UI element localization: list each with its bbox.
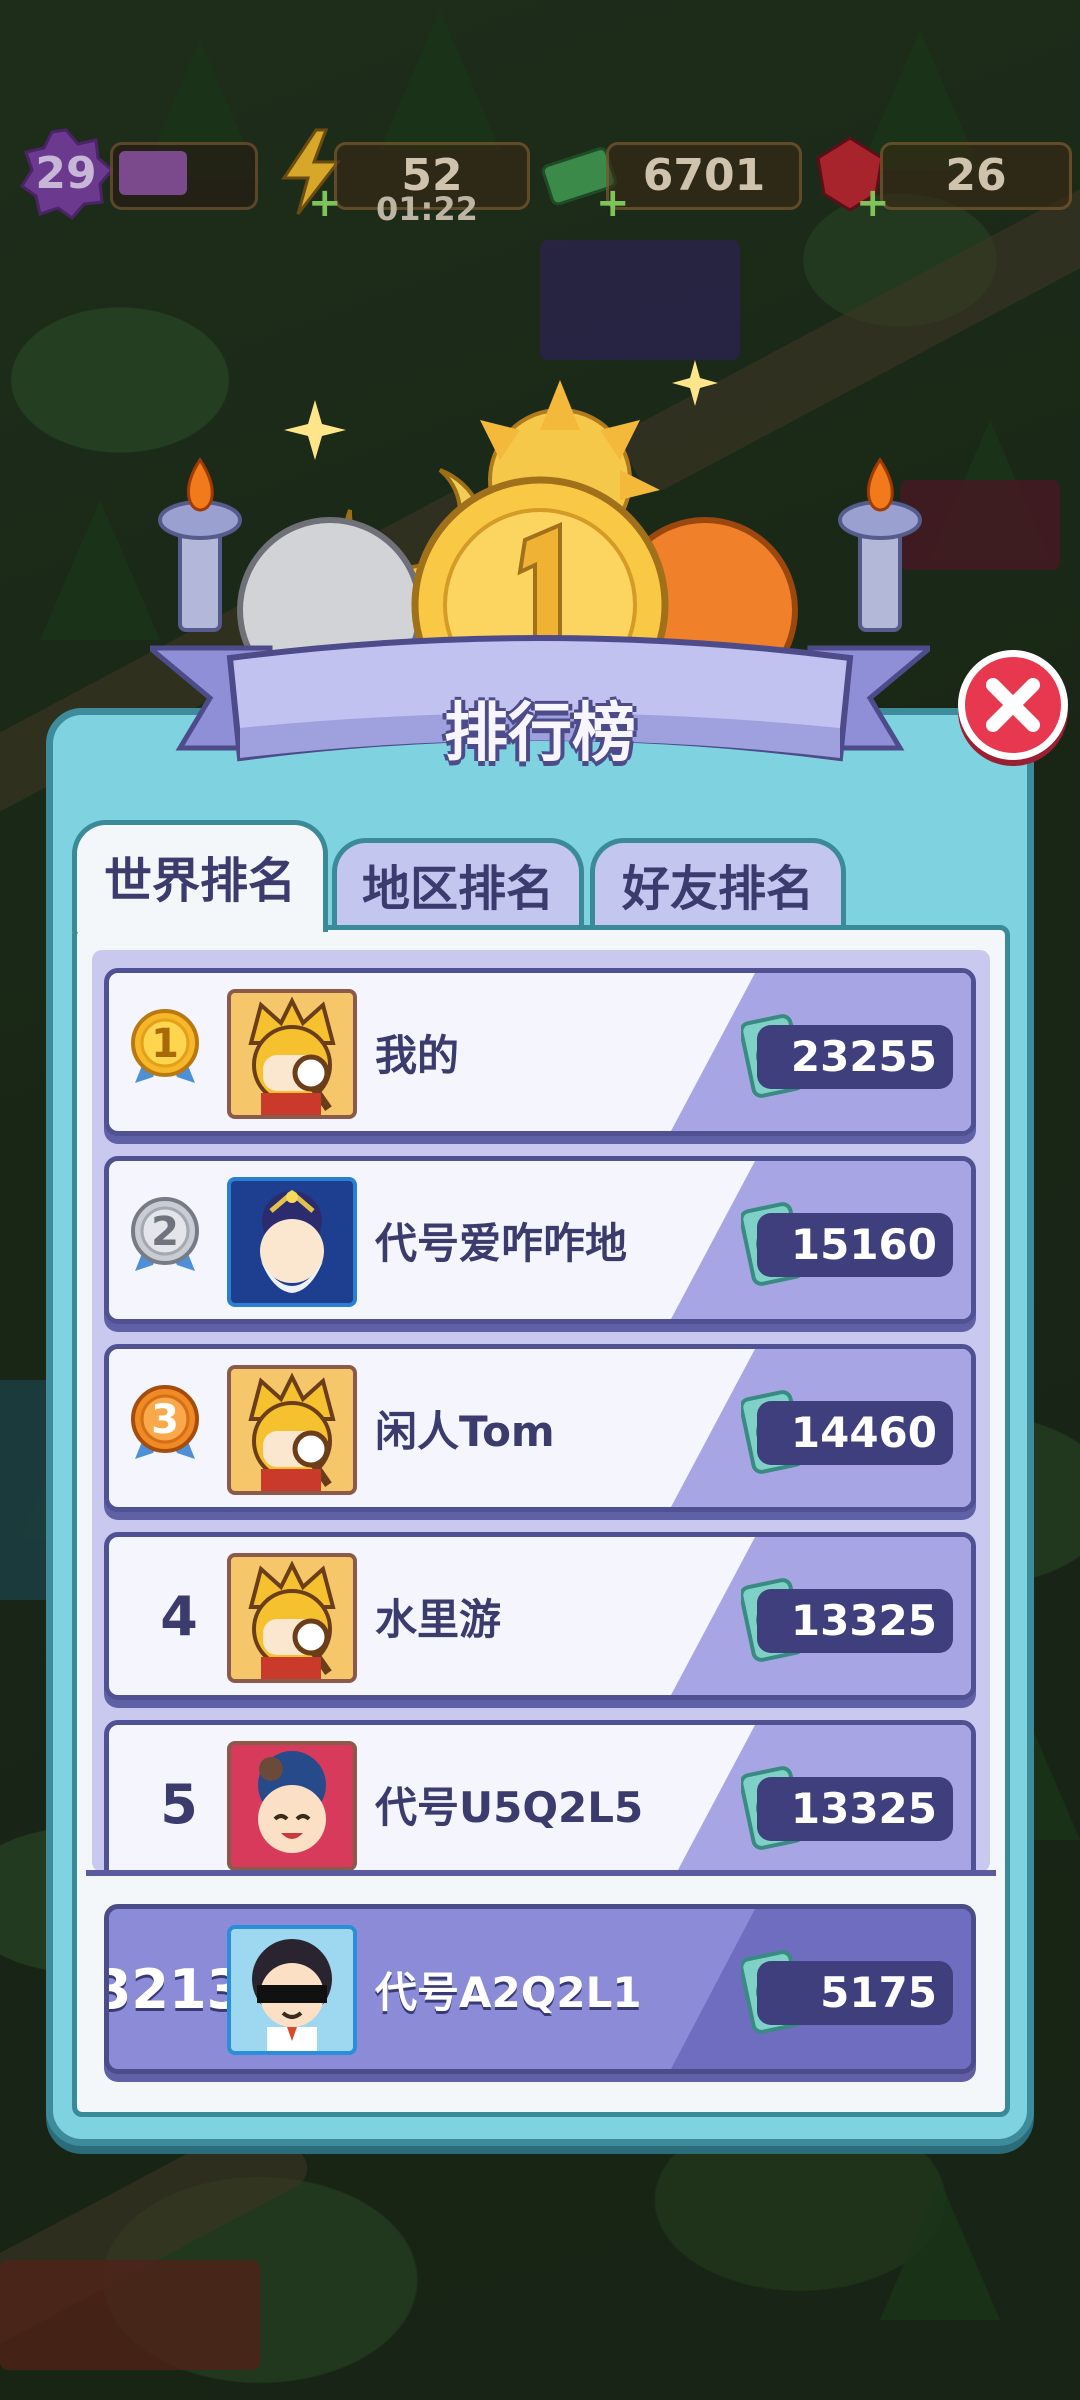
avatar	[227, 1553, 357, 1683]
player-score: 23255	[757, 1025, 953, 1089]
cash-pill: 6701	[606, 142, 802, 210]
ranking-row[interactable]: 5 代号U5Q2L5 13325	[104, 1720, 976, 1870]
ranking-row[interactable]: 3 闲人Tom 14460	[104, 1344, 976, 1512]
avatar	[227, 1741, 357, 1870]
rank-number: 2	[151, 1209, 179, 1255]
energy-timer: 01:22	[376, 190, 478, 228]
sparkle-icon	[284, 400, 346, 460]
rank-number: 5	[160, 1772, 198, 1836]
avatar	[227, 989, 357, 1119]
gem-pill: 26	[880, 142, 1072, 210]
my-avatar	[227, 1925, 357, 2055]
list-clip: 5 代号U5Q2L5 13325	[92, 1700, 990, 1870]
avatar-girl-icon	[258, 1751, 326, 1853]
xp-bar	[110, 142, 258, 210]
page-title: 排行榜	[444, 697, 636, 771]
cash-add-button[interactable]: +	[596, 183, 630, 223]
my-player-score: 5175	[757, 1961, 953, 2025]
tab-region-ranking[interactable]: 地区排名	[332, 838, 584, 930]
avatar	[227, 1177, 357, 1307]
avatar	[227, 1365, 357, 1495]
ranking-row[interactable]: 4 水里游 13325	[104, 1532, 976, 1700]
rank-number: 4	[160, 1584, 198, 1648]
tab-friend-ranking[interactable]: 好友排名	[590, 838, 846, 930]
energy-add-button[interactable]: +	[308, 183, 342, 223]
candle-icon	[158, 457, 242, 632]
avatar-wizard-icon	[260, 1189, 324, 1293]
rank-number: 3	[151, 1397, 179, 1443]
player-score: 13325	[757, 1589, 953, 1653]
my-player-name: 代号A2Q2L1	[375, 1967, 642, 2017]
candle-icon	[838, 457, 922, 632]
avatar-detective-icon	[248, 1372, 336, 1491]
player-score: 13325	[757, 1777, 953, 1841]
level-badge[interactable]: 29	[18, 126, 114, 222]
close-button[interactable]	[958, 650, 1068, 760]
my-rank-number: 3213	[104, 1957, 245, 2021]
gem-value: 26	[945, 150, 1007, 201]
ranking-row[interactable]: 1 我的 23255	[104, 968, 976, 1136]
player-name: 代号U5Q2L5	[375, 1782, 644, 1832]
tab-world-ranking[interactable]: 世界排名	[72, 820, 328, 932]
avatar-detective-icon	[248, 1560, 336, 1679]
close-icon	[986, 678, 1040, 732]
player-name: 代号爱咋咋地	[375, 1218, 628, 1268]
level-value: 29	[35, 148, 97, 199]
ranking-row[interactable]: 2 代号爱咋咋地 15160	[104, 1156, 976, 1324]
cash-value: 6701	[642, 150, 766, 201]
sparkle-icon	[672, 360, 718, 406]
divider	[86, 1870, 996, 1876]
player-name: 闲人Tom	[375, 1406, 555, 1456]
player-score: 15160	[757, 1213, 953, 1277]
avatar-detective-icon	[248, 996, 336, 1115]
my-ranking-row[interactable]: 3213 代号A2Q2L1 5175	[104, 1904, 976, 2074]
avatar-boy-icon	[252, 1939, 332, 2051]
gem-add-button[interactable]: +	[856, 183, 890, 223]
rank-number: 1	[151, 1021, 179, 1067]
player-name: 我的	[375, 1030, 460, 1080]
player-name: 水里游	[375, 1594, 502, 1644]
player-score: 14460	[757, 1401, 953, 1465]
